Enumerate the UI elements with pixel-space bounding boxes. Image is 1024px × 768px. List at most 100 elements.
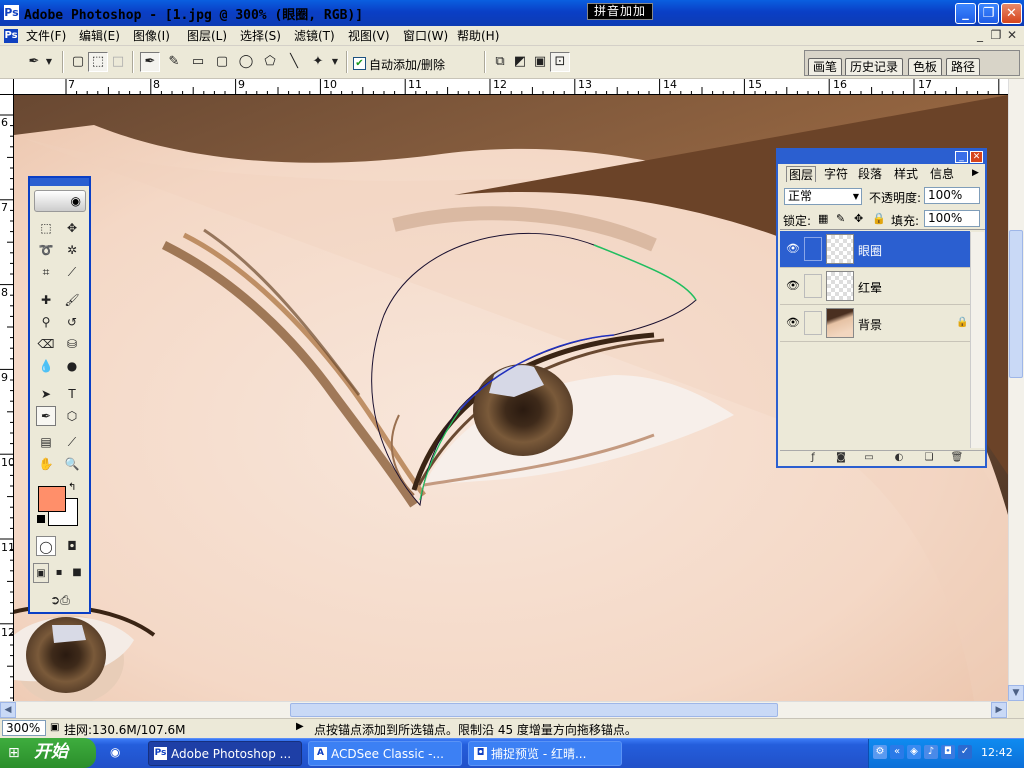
- tab-history[interactable]: 历史记录: [845, 58, 904, 75]
- opacity-input[interactable]: 100%: [924, 187, 980, 204]
- adjustment-layer-icon[interactable]: ◐: [892, 452, 906, 464]
- auto-add-delete-checkbox[interactable]: ✔: [353, 57, 366, 70]
- eraser-tool-icon[interactable]: ⌫: [36, 334, 56, 354]
- preset-dropdown-icon[interactable]: ▼: [42, 52, 56, 72]
- tab-paragraph[interactable]: 段落: [856, 166, 884, 182]
- close-button[interactable]: ✕: [1001, 3, 1022, 24]
- document-icon[interactable]: Ps: [4, 29, 18, 43]
- tray-camera-icon[interactable]: ◘: [941, 745, 955, 759]
- rectangle-tool-icon[interactable]: ▭: [188, 52, 208, 72]
- tray-expand-icon[interactable]: «: [890, 745, 904, 759]
- tab-paths[interactable]: 路径: [946, 58, 981, 75]
- zoom-level-input[interactable]: 300%: [2, 720, 46, 736]
- brush-link-icon[interactable]: [804, 237, 822, 261]
- magic-wand-icon[interactable]: ✲: [62, 240, 82, 260]
- ime-indicator[interactable]: 拼音加加: [587, 3, 653, 20]
- subtract-path-icon[interactable]: ◩: [510, 52, 530, 72]
- fill-pixels-icon[interactable]: □: [108, 52, 128, 72]
- lock-transparency-icon[interactable]: ▦: [818, 212, 828, 225]
- taskbar-acdsee[interactable]: A ACDSee Classic -...: [308, 741, 462, 766]
- tray-network-icon[interactable]: ◈: [907, 745, 921, 759]
- type-tool-icon[interactable]: T: [62, 384, 82, 404]
- layer-row-background[interactable]: 👁 背景 🔒: [780, 305, 970, 342]
- history-brush-icon[interactable]: ↺: [62, 312, 82, 332]
- menu-help[interactable]: 帮助(H): [457, 28, 499, 44]
- shape-layers-icon[interactable]: ▢: [68, 52, 88, 72]
- geometry-options-icon[interactable]: ▼: [328, 52, 342, 72]
- swap-colors-icon[interactable]: ↰: [68, 482, 76, 493]
- move-tool-icon[interactable]: ✥: [62, 218, 82, 238]
- tab-styles[interactable]: 样式: [892, 166, 920, 182]
- menu-image[interactable]: 图像(I): [133, 28, 170, 44]
- custom-shape-tool-icon[interactable]: ✦: [308, 52, 328, 72]
- screen-mode-standard-icon[interactable]: ▣: [33, 563, 49, 583]
- freeform-pen-icon[interactable]: ✎: [164, 52, 184, 72]
- layer-row-eye-ring[interactable]: 👁 眼圈: [780, 231, 970, 268]
- vertical-ruler[interactable]: 6 7 8 9 10 11 12: [0, 95, 14, 701]
- layer-row-blush[interactable]: 👁 红晕: [780, 268, 970, 305]
- foreground-color-swatch[interactable]: [38, 486, 66, 512]
- vertical-scrollbar[interactable]: [1008, 79, 1024, 701]
- brush-tool-icon[interactable]: 🖌: [62, 290, 82, 310]
- visibility-eye-icon[interactable]: 👁: [786, 317, 800, 329]
- rounded-rect-tool-icon[interactable]: ▢: [212, 52, 232, 72]
- hand-tool-icon[interactable]: ✋: [36, 454, 56, 474]
- healing-brush-icon[interactable]: ✚: [36, 290, 56, 310]
- visibility-eye-icon[interactable]: 👁: [786, 280, 800, 292]
- add-mask-icon[interactable]: ◙: [834, 452, 848, 464]
- delete-layer-icon[interactable]: 🗑: [950, 452, 964, 464]
- layers-scrollbar[interactable]: [970, 232, 984, 448]
- horizontal-ruler[interactable]: 7 8 9 10 11 12 13 14 15 16 17: [14, 79, 1008, 95]
- ellipse-tool-icon[interactable]: ◯: [236, 52, 256, 72]
- crop-tool-icon[interactable]: ⌗: [36, 262, 56, 282]
- palette-minimize-icon[interactable]: _: [955, 151, 968, 163]
- polygon-tool-icon[interactable]: ⬠: [260, 52, 280, 72]
- shape-tool-icon[interactable]: ⬡: [62, 406, 82, 426]
- pen-tool-icon[interactable]: ✒: [36, 406, 56, 426]
- clock[interactable]: 12:42: [981, 746, 1013, 759]
- lock-pixels-icon[interactable]: ✎: [836, 212, 845, 225]
- notes-tool-icon[interactable]: ▤: [36, 432, 56, 452]
- doc-close-button[interactable]: ✕: [1004, 27, 1020, 43]
- document-size-info[interactable]: 挂网:130.6M/107.6M: [64, 721, 186, 738]
- menu-layer[interactable]: 图层(L): [187, 28, 227, 44]
- adobe-online-icon[interactable]: ◉: [34, 190, 86, 212]
- jump-to-imageready-icon[interactable]: ➲⎙: [36, 590, 84, 610]
- lasso-tool-icon[interactable]: ➰: [36, 240, 56, 260]
- menu-edit[interactable]: 编辑(E): [79, 28, 120, 44]
- scroll-down-icon[interactable]: ▼: [1008, 685, 1024, 701]
- eyedropper-icon[interactable]: ⟋: [62, 432, 82, 452]
- screen-mode-full-menu-icon[interactable]: ▪: [51, 563, 67, 583]
- screen-mode-full-icon[interactable]: ■: [69, 563, 85, 583]
- layers-palette-title-bar[interactable]: [778, 150, 985, 164]
- line-tool-icon[interactable]: ╲: [284, 52, 304, 72]
- vertical-scroll-thumb[interactable]: [1009, 230, 1023, 378]
- blur-tool-icon[interactable]: 💧: [36, 356, 56, 376]
- doc-minimize-button[interactable]: _: [972, 27, 988, 43]
- link-box[interactable]: [804, 274, 822, 298]
- tab-swatches[interactable]: 色板: [908, 58, 943, 75]
- pen-preset-icon[interactable]: ✒: [24, 52, 44, 72]
- tab-info[interactable]: 信息: [928, 166, 956, 182]
- tray-security-icon[interactable]: ✓: [958, 745, 972, 759]
- path-select-icon[interactable]: ➤: [36, 384, 56, 404]
- tab-character[interactable]: 字符: [822, 166, 850, 182]
- dodge-tool-icon[interactable]: ●: [62, 356, 82, 376]
- play-arrow-icon[interactable]: ▶: [296, 721, 304, 732]
- menu-file[interactable]: 文件(F): [26, 28, 66, 44]
- exclude-path-icon[interactable]: ⊡: [550, 52, 570, 72]
- new-layer-icon[interactable]: ❏: [922, 452, 936, 464]
- tray-volume-icon[interactable]: ♪: [924, 745, 938, 759]
- add-to-path-icon[interactable]: ⧉: [490, 52, 510, 72]
- clone-stamp-icon[interactable]: ⚲: [36, 312, 56, 332]
- tab-layers[interactable]: 图层: [786, 166, 817, 182]
- palette-menu-icon[interactable]: ▶: [972, 168, 979, 178]
- standard-mode-icon[interactable]: ◯: [36, 536, 56, 556]
- fill-input[interactable]: 100%: [924, 210, 980, 227]
- menu-window[interactable]: 窗口(W): [403, 28, 448, 44]
- taskbar-photoshop[interactable]: Ps Adobe Photoshop ...: [148, 741, 302, 766]
- default-colors-icon[interactable]: [37, 515, 45, 523]
- pen-tool-icon[interactable]: ✒: [140, 52, 160, 72]
- tray-app-icon[interactable]: ⚙: [873, 745, 887, 759]
- ruler-origin[interactable]: [0, 79, 14, 95]
